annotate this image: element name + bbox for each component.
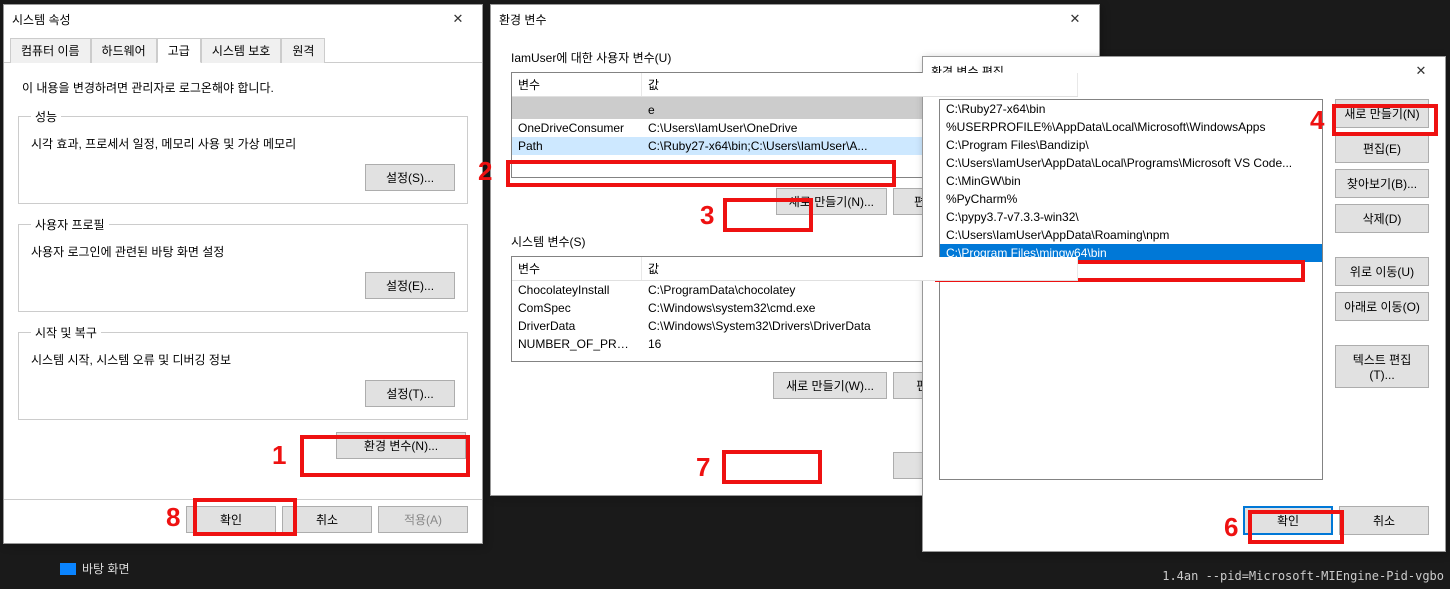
ok-button[interactable]: 확인: [186, 506, 276, 533]
system-properties-window: 시스템 속성 ✕ 컴퓨터 이름 하드웨어 고급 시스템 보호 원격 이 내용을 …: [3, 4, 483, 544]
var-name: OneDriveConsumer: [512, 119, 642, 137]
desktop-item: 바탕 화면: [60, 560, 130, 577]
text-edit-button[interactable]: 텍스트 편집(T)...: [1335, 345, 1429, 388]
new-button[interactable]: 새로 만들기(N): [1335, 99, 1429, 128]
window-title: 환경 변수: [497, 11, 547, 28]
tab-strip: 컴퓨터 이름 하드웨어 고급 시스템 보호 원격: [4, 33, 482, 63]
tab-remote[interactable]: 원격: [281, 38, 325, 63]
list-item[interactable]: C:\Users\IamUser\AppData\Local\Programs\…: [940, 154, 1322, 172]
var-name: Path: [512, 137, 642, 155]
profile-desc: 사용자 로그인에 관련된 바탕 화면 설정: [31, 243, 455, 260]
list-item[interactable]: %USERPROFILE%\AppData\Local\Microsoft\Wi…: [940, 118, 1322, 136]
user-profile-group: 사용자 프로필 사용자 로그인에 관련된 바탕 화면 설정 설정(E)...: [18, 216, 468, 312]
startup-settings-button[interactable]: 설정(T)...: [365, 380, 455, 407]
col-header-var[interactable]: 변수: [512, 257, 642, 280]
list-item[interactable]: C:\Program Files\Bandizip\: [940, 136, 1322, 154]
profile-settings-button[interactable]: 설정(E)...: [365, 272, 455, 299]
tab-hardware[interactable]: 하드웨어: [91, 38, 157, 63]
col-header-val[interactable]: 값: [642, 73, 1078, 96]
list-item[interactable]: C:\pypy3.7-v7.3.3-win32\: [940, 208, 1322, 226]
titlebar: 환경 변수 ✕: [491, 5, 1099, 33]
ok-button[interactable]: 확인: [1243, 506, 1333, 535]
list-item[interactable]: C:\MinGW\bin: [940, 172, 1322, 190]
startup-desc: 시스템 시작, 시스템 오류 및 디버깅 정보: [31, 351, 455, 368]
system-new-button[interactable]: 새로 만들기(W)...: [773, 372, 887, 399]
col-header-var[interactable]: 변수: [512, 73, 642, 96]
terminal-text: 1.4an --pid=Microsoft-MIEngine-Pid-vgbo: [1156, 563, 1450, 589]
var-name: NUMBER_OF_PRO...: [512, 335, 642, 353]
var-name: ChocolateyInstall: [512, 281, 642, 299]
edit-env-variable-window: 환경 변수 편집 ✕ C:\Ruby27-x64\bin%USERPROFILE…: [922, 56, 1446, 552]
var-name: DriverData: [512, 317, 642, 335]
close-button[interactable]: ✕: [1057, 8, 1093, 30]
close-button[interactable]: ✕: [440, 8, 476, 30]
var-name: [512, 101, 642, 119]
tab-advanced[interactable]: 고급: [157, 38, 201, 63]
folder-icon: [60, 563, 76, 575]
cancel-button[interactable]: 취소: [1339, 506, 1429, 535]
delete-button[interactable]: 삭제(D): [1335, 204, 1429, 233]
profile-legend: 사용자 프로필: [31, 216, 109, 233]
tab-computer-name[interactable]: 컴퓨터 이름: [10, 38, 91, 63]
env-variables-button[interactable]: 환경 변수(N)...: [336, 432, 466, 459]
var-name: ComSpec: [512, 299, 642, 317]
edit-button[interactable]: 편집(E): [1335, 134, 1429, 163]
apply-button[interactable]: 적용(A): [378, 506, 468, 533]
startup-legend: 시작 및 복구: [31, 324, 101, 341]
user-new-button[interactable]: 새로 만들기(N)...: [776, 188, 887, 215]
titlebar: 시스템 속성 ✕: [4, 5, 482, 33]
list-item[interactable]: %PyCharm%: [940, 190, 1322, 208]
col-header-val[interactable]: 값: [642, 257, 1078, 280]
list-item[interactable]: C:\Ruby27-x64\bin: [940, 100, 1322, 118]
tab-system-protection[interactable]: 시스템 보호: [201, 38, 282, 63]
list-item[interactable]: C:\Users\IamUser\AppData\Roaming\npm: [940, 226, 1322, 244]
move-down-button[interactable]: 아래로 이동(O): [1335, 292, 1429, 321]
close-button[interactable]: ✕: [1403, 60, 1439, 82]
startup-recovery-group: 시작 및 복구 시스템 시작, 시스템 오류 및 디버깅 정보 설정(T)...: [18, 324, 468, 420]
desktop-label: 바탕 화면: [82, 560, 130, 577]
path-list[interactable]: C:\Ruby27-x64\bin%USERPROFILE%\AppData\L…: [939, 99, 1323, 480]
admin-notice: 이 내용을 변경하려면 관리자로 로그온해야 합니다.: [22, 79, 468, 96]
performance-desc: 시각 효과, 프로세서 일정, 메모리 사용 및 가상 메모리: [31, 135, 455, 152]
performance-legend: 성능: [31, 108, 61, 125]
move-up-button[interactable]: 위로 이동(U): [1335, 257, 1429, 286]
window-title: 시스템 속성: [10, 11, 71, 28]
browse-button[interactable]: 찾아보기(B)...: [1335, 169, 1429, 198]
performance-group: 성능 시각 효과, 프로세서 일정, 메모리 사용 및 가상 메모리 설정(S)…: [18, 108, 468, 204]
perf-settings-button[interactable]: 설정(S)...: [365, 164, 455, 191]
cancel-button[interactable]: 취소: [282, 506, 372, 533]
